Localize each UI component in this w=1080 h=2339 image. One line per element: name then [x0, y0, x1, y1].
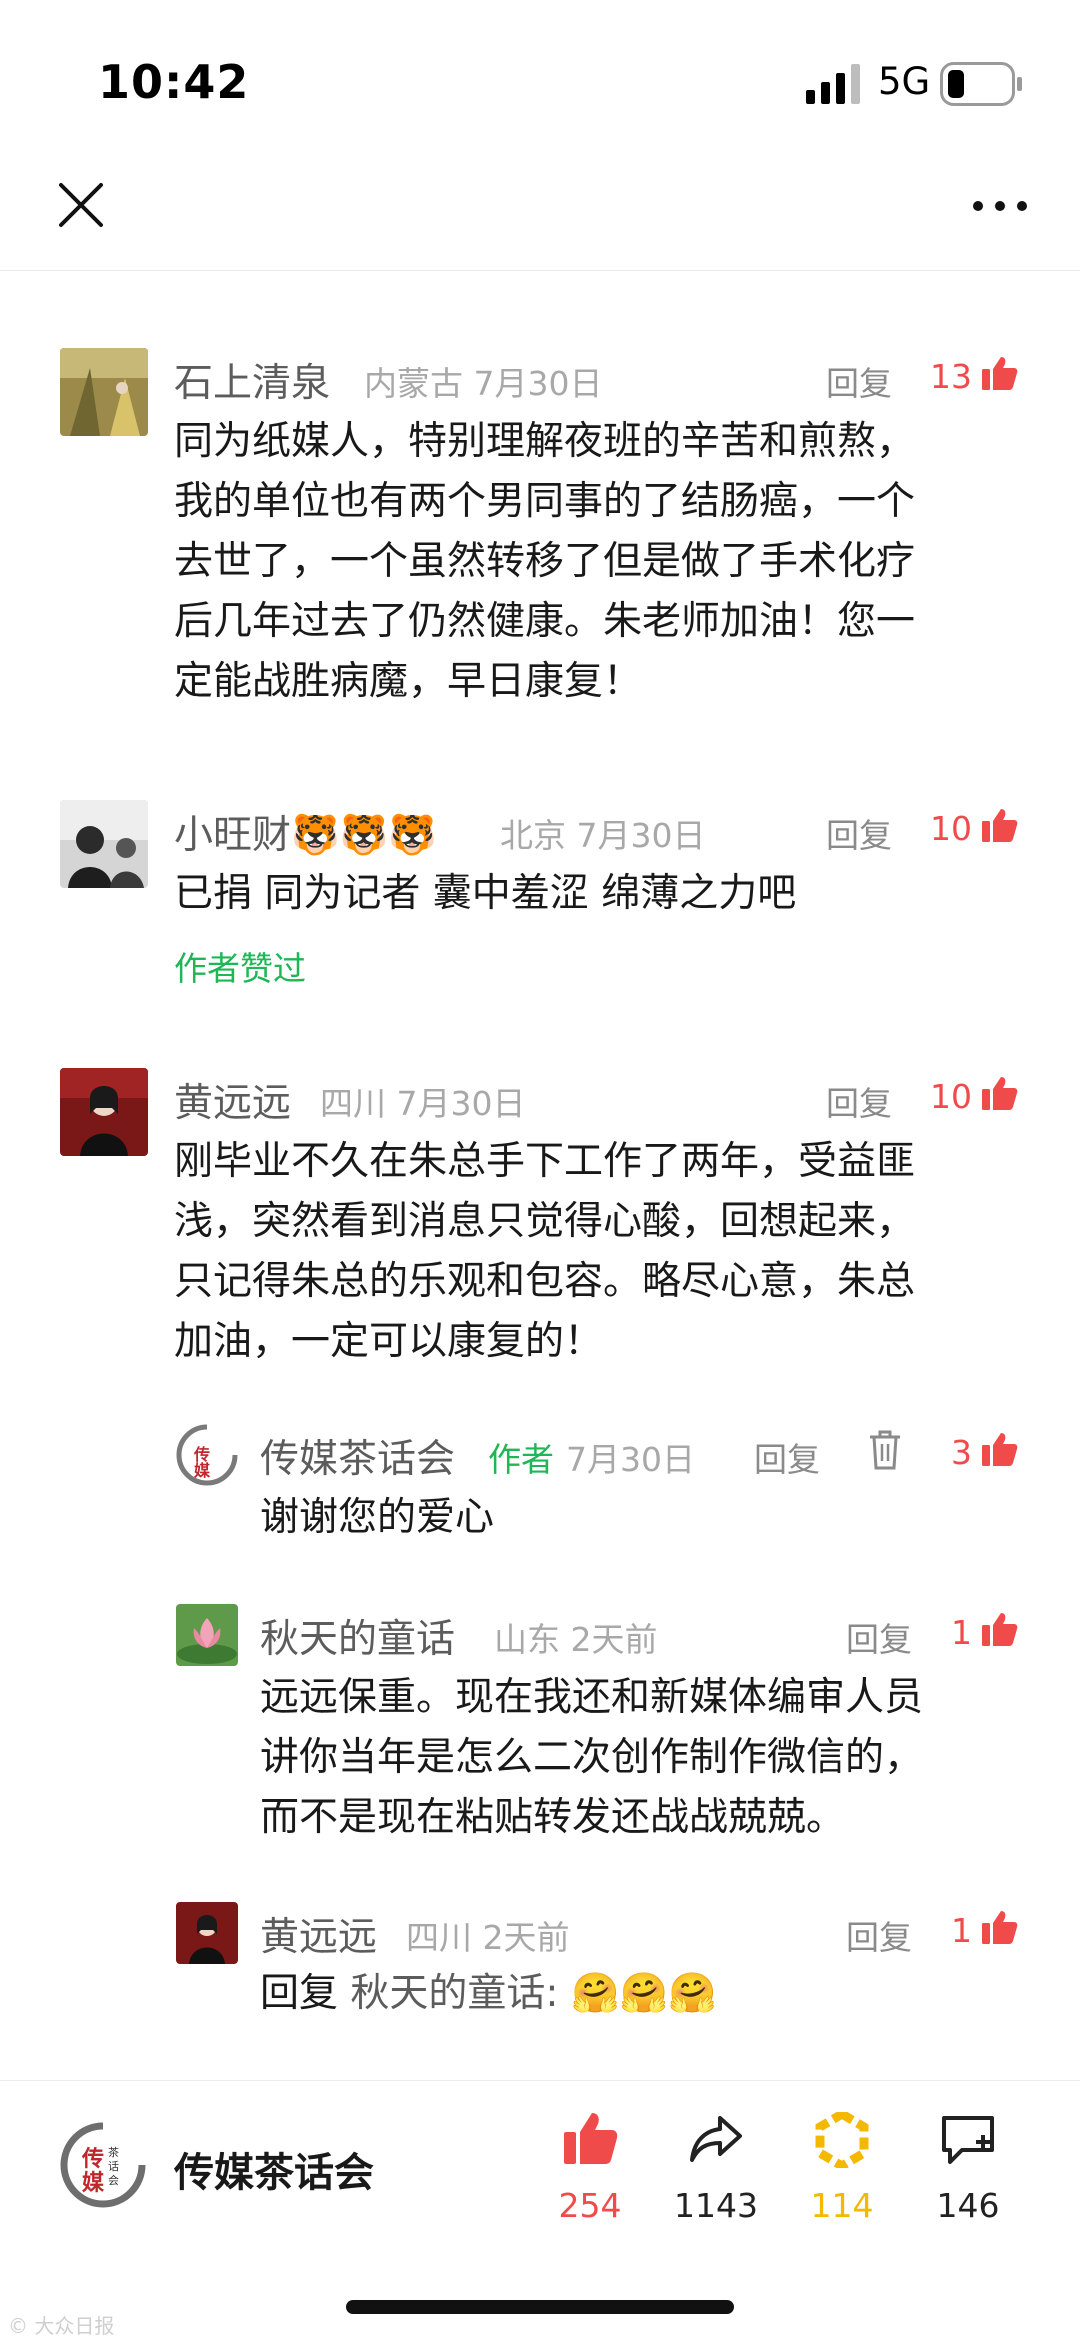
reply-line: 而不是现在粘贴转发还战战兢兢。 [260, 1795, 846, 1840]
comment-meta: 北京 7月30日 [500, 816, 706, 855]
avatar-image [176, 1902, 238, 1964]
reply-button[interactable]: 回复 [826, 1077, 892, 1125]
reply-line: 远远保重。现在我还和新媒体编审人员 [260, 1675, 924, 1720]
reply-emoji: 🤗🤗🤗 [570, 1971, 717, 2016]
svg-text:媒: 媒 [194, 1461, 211, 1480]
thumb-up-icon[interactable] [982, 1612, 1018, 1646]
comment-body: 已捐 同为记者 囊中羞涩 绵薄之力吧 [174, 864, 1014, 924]
logo-small-2: 话 [108, 2160, 119, 2173]
watermark: © 大众日报 [8, 2314, 115, 2338]
thumb-up-icon[interactable] [982, 356, 1018, 390]
comment-line: 已捐 同为记者 囊中羞涩 绵薄之力吧 [174, 871, 797, 916]
avatar[interactable]: 传 媒 [176, 1424, 238, 1486]
reply-body: 远远保重。现在我还和新媒体编审人员 讲你当年是怎么二次创作制作微信的， 而不是现… [260, 1668, 1040, 1848]
logo-text-1: 传 [81, 2147, 104, 2172]
comment-author[interactable]: 石上清泉 [174, 352, 330, 408]
like-count: 1 [951, 1613, 972, 1652]
comment-line: 加油，一定可以康复的！ [174, 1319, 604, 1364]
nav-divider [0, 270, 1080, 271]
reply-target[interactable]: 秋天的童话: [350, 1971, 558, 2016]
avatar-image [60, 348, 148, 436]
home-indicator[interactable] [346, 2300, 734, 2314]
wow-icon[interactable] [814, 2112, 870, 2168]
reply-prefix: 回复 [260, 1971, 339, 2016]
reply-button[interactable]: 回复 [846, 1613, 912, 1661]
account-logo[interactable]: 传 媒 茶 话 会 [60, 2122, 146, 2208]
reply-button[interactable]: 回复 [846, 1911, 912, 1959]
logo-small-3: 会 [108, 2174, 119, 2187]
close-icon[interactable] [58, 182, 104, 228]
thumb-up-icon[interactable] [982, 808, 1018, 842]
like-count: 13 [930, 357, 972, 396]
reply-body: 谢谢您的爱心 [260, 1488, 1020, 1548]
comment-line: 同为纸媒人，特别理解夜班的辛苦和煎熬， [174, 419, 916, 464]
like-count: 254 [558, 2186, 622, 2225]
logo-small-1: 茶 [108, 2146, 119, 2159]
reply-button[interactable]: 回复 [826, 357, 892, 405]
like-count: 10 [930, 1077, 972, 1116]
thumb-up-icon[interactable] [982, 1432, 1018, 1466]
reply-meta: 7月30日 [566, 1440, 695, 1479]
reply-meta: 山东 2天前 [494, 1620, 658, 1659]
avatar[interactable] [176, 1604, 238, 1666]
status-time: 10:42 [98, 55, 250, 109]
network-label: 5G [878, 60, 931, 103]
reply-meta: 四川 2天前 [406, 1918, 570, 1957]
comment-line: 去世了，一个虽然转移了但是做了手术化疗 [174, 539, 916, 584]
comment-author[interactable]: 小旺财🐯🐯🐯 [174, 804, 437, 860]
avatar[interactable] [176, 1902, 238, 1964]
avatar[interactable] [60, 1068, 148, 1156]
share-count: 1143 [674, 2186, 758, 2225]
lotus-avatar-image [176, 1604, 238, 1666]
reply-button[interactable]: 回复 [754, 1433, 820, 1481]
comment-line: 后几年过去了仍然健康。朱老师加油！您一 [174, 599, 916, 644]
comment-line: 刚毕业不久在朱总手下工作了两年，受益匪 [174, 1139, 916, 1184]
account-logo-icon: 传 媒 茶 话 会 [60, 2122, 146, 2208]
comment-line: 我的单位也有两个男同事的了结肠癌，一个 [174, 479, 916, 524]
comment-author[interactable]: 黄远远 [174, 1072, 291, 1128]
author-tag: 作者 [488, 1440, 554, 1479]
avatar[interactable] [60, 348, 148, 436]
like-count: 10 [930, 809, 972, 848]
reply-author[interactable]: 黄远远 [260, 1906, 377, 1962]
avatar[interactable] [60, 800, 148, 888]
avatar-image [60, 1068, 148, 1156]
delete-icon[interactable] [868, 1430, 902, 1470]
comment-line: 定能战胜病魔，早日康复！ [174, 659, 643, 704]
account-name[interactable]: 传媒茶话会 [174, 2140, 374, 2198]
comment-body: 同为纸媒人，特别理解夜班的辛苦和煎熬， 我的单位也有两个男同事的了结肠癌，一个 … [174, 412, 1014, 712]
comment-meta: 四川 7月30日 [320, 1084, 526, 1123]
comment-icon[interactable] [940, 2112, 996, 2168]
comment-meta: 内蒙古 7月30日 [364, 364, 603, 403]
comment-line: 浅，突然看到消息只觉得心酸，回想起来， [174, 1199, 916, 1244]
battery-icon [940, 62, 1022, 106]
signal-icon [806, 64, 860, 104]
author-liked-badge: 作者赞过 [174, 949, 306, 988]
reply-line: 谢谢您的爱心 [260, 1495, 495, 1540]
reply-author[interactable]: 秋天的童话 [260, 1608, 455, 1664]
logo-text-2: 媒 [82, 2170, 105, 2196]
avatar-image [60, 800, 148, 888]
wow-count: 114 [810, 2186, 874, 2225]
comment-line: 只记得朱总的乐观和包容。略尽心意，朱总 [174, 1259, 916, 1304]
share-icon[interactable] [688, 2112, 744, 2168]
author-logo-icon: 传 媒 [176, 1424, 238, 1486]
like-count: 1 [951, 1911, 972, 1950]
like-count: 3 [951, 1433, 972, 1472]
thumb-up-icon[interactable] [982, 1910, 1018, 1944]
reply-line: 讲你当年是怎么二次创作制作微信的， [260, 1735, 924, 1780]
reply-body: 回复 秋天的童话: 🤗🤗🤗 [260, 1964, 1040, 2024]
comment-body: 刚毕业不久在朱总手下工作了两年，受益匪 浅，突然看到消息只觉得心酸，回想起来， … [174, 1132, 1014, 1372]
more-icon[interactable] [972, 186, 1028, 226]
reply-button[interactable]: 回复 [826, 809, 892, 857]
like-icon[interactable] [562, 2110, 618, 2166]
thumb-up-icon[interactable] [982, 1076, 1018, 1110]
comment-count: 146 [936, 2186, 1000, 2225]
reply-author[interactable]: 传媒茶话会 [260, 1428, 455, 1484]
bottom-divider [0, 2080, 1080, 2081]
